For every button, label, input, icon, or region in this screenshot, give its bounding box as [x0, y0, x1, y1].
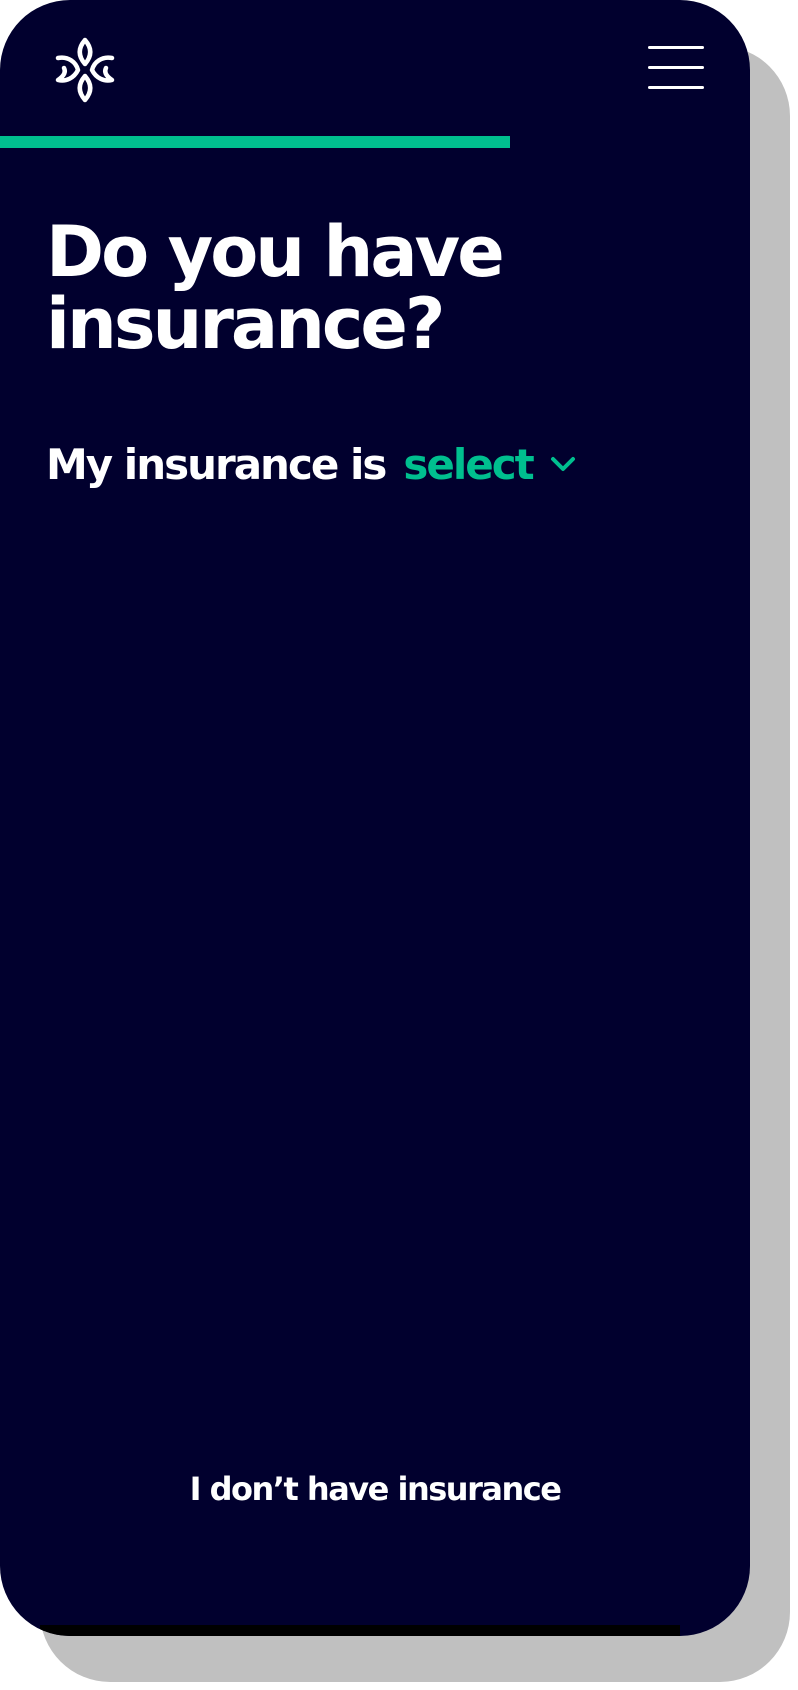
menu-line: [648, 66, 704, 69]
no-insurance-button[interactable]: I don’t have insurance: [0, 1470, 750, 1508]
menu-line: [648, 86, 704, 89]
chevron-down-icon[interactable]: [549, 455, 577, 473]
insurance-select-dropdown[interactable]: select: [403, 440, 576, 489]
lotus-logo-icon[interactable]: [54, 36, 116, 104]
phone-screen: Do you have insurance? My insurance is s…: [0, 0, 750, 1636]
progress-bar-fill: [0, 136, 510, 148]
insurance-select-prefix: My insurance is: [46, 439, 387, 489]
menu-line: [648, 46, 704, 49]
progress-bar: [0, 136, 750, 148]
bottom-edge: [40, 1625, 680, 1636]
hamburger-menu-icon[interactable]: [648, 46, 704, 94]
insurance-select-value[interactable]: select: [403, 440, 534, 489]
page-title: Do you have insurance?: [46, 211, 505, 365]
insurance-select-row: My insurance is select: [46, 438, 577, 490]
